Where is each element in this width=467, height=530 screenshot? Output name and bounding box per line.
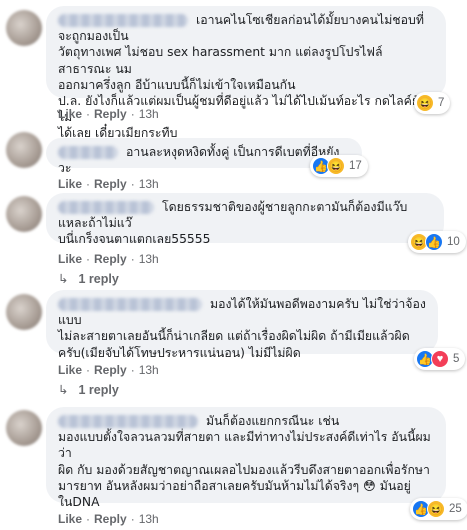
reaction-count: 17 — [349, 160, 362, 172]
like-button[interactable]: Like — [58, 252, 82, 266]
comment-time[interactable]: 13h — [139, 107, 159, 121]
separator: · — [130, 363, 135, 377]
haha-reaction-icon: 😆 — [416, 94, 434, 112]
separator: · — [86, 107, 91, 121]
replies-label[interactable]: 1 reply — [78, 383, 118, 397]
reply-button[interactable]: Reply — [94, 107, 127, 121]
comment-actions: Like · Reply · 13h — [58, 363, 159, 377]
reaction-summary[interactable]: 😆 👍 10 — [408, 231, 466, 253]
reply-arrow-icon: ↳ — [58, 383, 69, 397]
reply-button[interactable]: Reply — [94, 363, 127, 377]
separator: · — [130, 252, 135, 266]
view-replies-link[interactable]: ↳ 1 reply — [58, 382, 119, 397]
comment-bubble: โดยธรรมชาติของผู้ชายลูกกะตามันก็ต้องมีแว… — [46, 193, 444, 246]
comment-bubble: เอานคไนโซเชียลก่อนได้มั้ยบางคนไม่ชอบที่จ… — [46, 6, 446, 140]
reply-button[interactable]: Reply — [94, 177, 127, 191]
commenter-name[interactable] — [58, 201, 154, 214]
commenter-name[interactable] — [58, 146, 118, 159]
comment-time[interactable]: 13h — [139, 252, 159, 266]
like-button[interactable]: Like — [58, 512, 82, 526]
comment-actions: Like · Reply · 13h — [58, 177, 159, 191]
haha-reaction-icon: 😆 — [327, 157, 345, 175]
view-replies-link[interactable]: ↳ 1 reply — [58, 271, 119, 286]
comment-time[interactable]: 13h — [139, 512, 159, 526]
like-button[interactable]: Like — [58, 177, 82, 191]
separator: · — [86, 512, 91, 526]
avatar[interactable] — [6, 410, 42, 446]
separator: · — [86, 252, 91, 266]
avatar[interactable] — [6, 10, 42, 46]
reaction-summary[interactable]: 👍 😆 25 — [410, 498, 467, 520]
comment-text: อานละหงุดหงิดทั้งคู่ เป็นการดีเบตที่อีหย… — [58, 145, 340, 176]
separator: · — [86, 363, 91, 377]
separator: · — [130, 512, 135, 526]
like-button[interactable]: Like — [58, 363, 82, 377]
avatar[interactable] — [6, 132, 42, 168]
commenter-name[interactable] — [58, 14, 188, 27]
like-button[interactable]: Like — [58, 107, 82, 121]
love-reaction-icon: ♥ — [431, 350, 449, 368]
reaction-summary[interactable]: 👍 😆 17 — [310, 155, 368, 177]
comment-actions: Like · Reply · 13h — [58, 107, 159, 121]
reaction-count: 25 — [449, 503, 462, 515]
reply-button[interactable]: Reply — [94, 252, 127, 266]
commenter-name[interactable] — [58, 298, 202, 311]
reaction-count: 5 — [453, 353, 460, 365]
separator: · — [130, 177, 135, 191]
reaction-count: 7 — [438, 97, 445, 109]
replies-label[interactable]: 1 reply — [78, 272, 118, 286]
comment-text: โดยธรรมชาติของผู้ชายลูกกะตามันก็ต้องมีแว… — [58, 200, 408, 247]
reaction-count: 10 — [447, 236, 460, 248]
comment-text: เอานคไนโซเชียลก่อนได้มั้ยบางคนไม่ชอบที่จ… — [58, 13, 426, 141]
comment-text: มันก็ต้องแยกกรณีนะ เช่น มองแบบตั้งใจลวนล… — [58, 414, 431, 510]
reaction-summary[interactable]: 👍 ♥ 5 — [414, 348, 466, 370]
separator: · — [130, 107, 135, 121]
comment-actions: Like · Reply · 13h — [58, 512, 159, 526]
separator: · — [86, 177, 91, 191]
commenter-name[interactable] — [58, 415, 198, 428]
like-reaction-icon: 👍 — [425, 233, 443, 251]
reply-arrow-icon: ↳ — [58, 272, 69, 286]
haha-reaction-icon: 😆 — [427, 500, 445, 518]
comment-time[interactable]: 13h — [139, 363, 159, 377]
avatar[interactable] — [6, 294, 42, 330]
comment-time[interactable]: 13h — [139, 177, 159, 191]
reaction-summary[interactable]: 😆 7 — [414, 92, 451, 114]
comment-actions: Like · Reply · 13h — [58, 252, 159, 266]
comment-bubble: มันก็ต้องแยกกรณีนะ เช่น มองแบบตั้งใจลวนล… — [46, 407, 446, 509]
comment-bubble: มองได้ให้มันพอดีพองามครับ ไม่ใช่ว่าจ้องแ… — [46, 290, 438, 360]
comment-text: มองได้ให้มันพอดีพองามครับ ไม่ใช่ว่าจ้องแ… — [58, 297, 426, 360]
avatar[interactable] — [6, 196, 42, 232]
reply-button[interactable]: Reply — [94, 512, 127, 526]
